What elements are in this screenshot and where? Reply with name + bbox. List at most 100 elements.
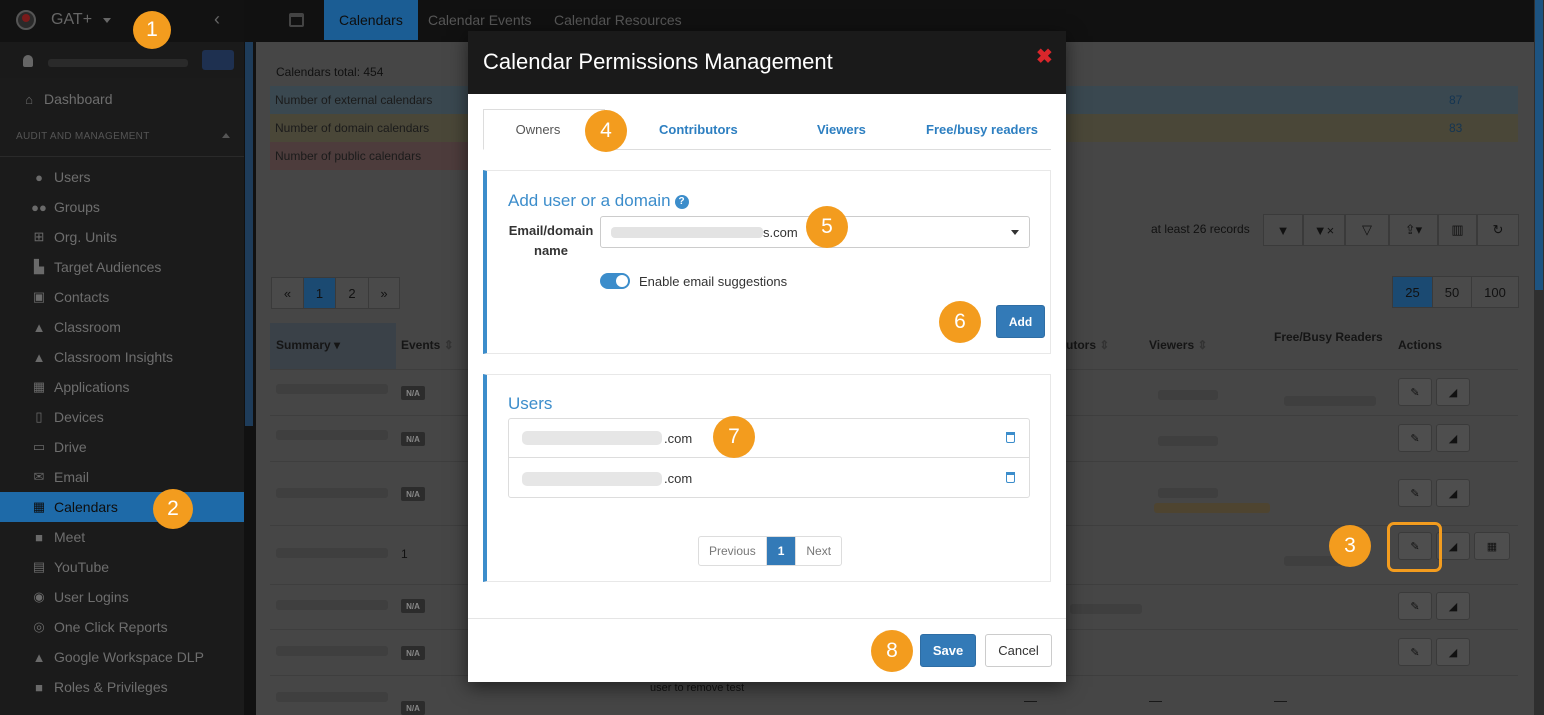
- clear-button[interactable]: ◢: [1436, 424, 1470, 452]
- pagination-previous[interactable]: Previous: [699, 537, 767, 565]
- sidebar-item-classroom[interactable]: ▲ Classroom: [0, 312, 244, 342]
- tab-freebusy-readers[interactable]: Free/busy readers: [926, 109, 1038, 150]
- pagination-page-1[interactable]: 1: [303, 277, 336, 309]
- export-button[interactable]: ⇪▾: [1389, 214, 1438, 246]
- pagination-next[interactable]: Next: [795, 537, 841, 565]
- tab-calendars[interactable]: Calendars: [324, 0, 418, 40]
- edit-permissions-button[interactable]: ✎: [1398, 479, 1432, 507]
- pagination-next[interactable]: »: [368, 277, 400, 309]
- pagination-prev[interactable]: «: [271, 277, 304, 309]
- column-header-actions: Actions: [1398, 338, 1443, 352]
- sidebar-item-applications[interactable]: ▦ Applications: [0, 372, 244, 402]
- edit-icon: ✎: [1410, 600, 1420, 613]
- sidebar-item-email[interactable]: ✉ Email: [0, 462, 244, 492]
- sidebar-item-roles-privileges[interactable]: ■ Roles & Privileges: [0, 672, 244, 702]
- sidebar-item-youtube[interactable]: ▤ YouTube: [0, 552, 244, 582]
- classroom-insights-icon: ▲: [32, 349, 46, 365]
- sidebar-item-devices[interactable]: ▯ Devices: [0, 402, 244, 432]
- calendar-events-button[interactable]: ▦: [1474, 532, 1510, 560]
- events-na-badge: N/A: [401, 487, 425, 501]
- sidebar-item-groups[interactable]: ●● Groups: [0, 192, 244, 222]
- table-row: [276, 488, 388, 498]
- save-button[interactable]: Save: [920, 634, 976, 667]
- table-row: [276, 548, 388, 558]
- edit-permissions-button[interactable]: ✎: [1398, 592, 1432, 620]
- modal-title: Calendar Permissions Management: [483, 49, 833, 74]
- sidebar-item-calendars[interactable]: ▦ Calendars: [0, 492, 244, 522]
- home-icon: ⌂: [25, 91, 33, 107]
- user-email-redacted: [522, 431, 662, 445]
- sidebar-item-drive[interactable]: ▭ Drive: [0, 432, 244, 462]
- sidebar-item-org-units[interactable]: ⊞ Org. Units: [0, 222, 244, 252]
- user-badge-redacted: [202, 50, 234, 70]
- target-icon: ▙: [34, 259, 44, 274]
- trash-icon[interactable]: [1006, 472, 1015, 483]
- sitemap-icon: ⊞: [33, 229, 45, 244]
- sidebar-item-classroom-insights[interactable]: ▲ Classroom Insights: [0, 342, 244, 372]
- column-header-summary[interactable]: Summary ▾: [276, 338, 340, 352]
- sidebar-item-user-logins[interactable]: ◉ User Logins: [0, 582, 244, 612]
- sidebar-item-label: Devices: [54, 409, 104, 425]
- pagination-page-2[interactable]: 2: [335, 277, 369, 309]
- brand-chevron-down-icon[interactable]: [103, 18, 111, 23]
- sidebar-item-meet[interactable]: ■ Meet: [0, 522, 244, 552]
- tab-contributors[interactable]: Contributors: [659, 109, 738, 150]
- edit-permissions-button[interactable]: ✎: [1398, 378, 1432, 406]
- edit-permissions-button[interactable]: ✎: [1398, 638, 1432, 666]
- sidebar-item-target-audiences[interactable]: ▙ Target Audiences: [0, 252, 244, 282]
- column-header-freebusy[interactable]: Free/Busy Readers: [1274, 330, 1383, 344]
- sidebar-item-dashboard[interactable]: ⌂ Dashboard: [0, 84, 244, 114]
- page-size-50[interactable]: 50: [1432, 276, 1472, 308]
- list-item: .com: [509, 459, 1029, 498]
- column-header-events[interactable]: Events ⇕: [401, 338, 454, 352]
- filter-button[interactable]: ▼: [1263, 214, 1303, 246]
- trash-icon[interactable]: [1006, 432, 1015, 443]
- sidebar-scrollbar-thumb[interactable]: [245, 42, 253, 426]
- sidebar-item-label: Roles & Privileges: [54, 679, 168, 695]
- modal-footer-divider: [468, 618, 1066, 619]
- graduation-cap-icon: ▲: [32, 319, 46, 335]
- events-na-badge: N/A: [401, 701, 425, 715]
- page-scrollbar-thumb[interactable]: [1535, 0, 1543, 290]
- columns-button[interactable]: ▥: [1438, 214, 1477, 246]
- email-suggestions-toggle[interactable]: [600, 273, 630, 289]
- sidebar-user[interactable]: [0, 42, 250, 78]
- column-header-contributors[interactable]: utors ⇕: [1066, 338, 1109, 352]
- column-header-viewers[interactable]: Viewers ⇕: [1149, 338, 1208, 352]
- clear-button[interactable]: ◢: [1436, 479, 1470, 507]
- columns-icon: ▥: [1451, 222, 1464, 237]
- tab-viewers[interactable]: Viewers: [817, 109, 866, 150]
- collapse-sidebar-icon[interactable]: ‹: [214, 9, 220, 30]
- clear-filter-button[interactable]: ▼×: [1303, 214, 1345, 246]
- saved-filter-icon: ▽: [1362, 222, 1372, 237]
- clear-button[interactable]: ◢: [1436, 638, 1470, 666]
- sidebar-item-one-click-reports[interactable]: ◎ One Click Reports: [0, 612, 244, 642]
- sidebar-item-contacts[interactable]: ▣ Contacts: [0, 282, 244, 312]
- sidebar-item-dlp[interactable]: ▲ Google Workspace DLP: [0, 642, 244, 672]
- page-size-25[interactable]: 25: [1392, 276, 1433, 308]
- sidebar-divider: [0, 156, 244, 157]
- saved-filter-button[interactable]: ▽: [1345, 214, 1389, 246]
- cancel-button[interactable]: Cancel: [985, 634, 1052, 667]
- brand-logo-cross-icon: [22, 14, 30, 22]
- add-button[interactable]: Add: [996, 305, 1045, 338]
- clear-button[interactable]: ◢: [1436, 378, 1470, 406]
- help-icon[interactable]: ?: [674, 195, 689, 209]
- eraser-icon: ◢: [1448, 646, 1458, 659]
- step-badge-7: 7: [713, 416, 755, 458]
- sidebar-item-label: YouTube: [54, 559, 110, 575]
- refresh-button[interactable]: ↻: [1477, 214, 1519, 246]
- pagination-page[interactable]: 1: [766, 537, 796, 565]
- close-icon[interactable]: ✖: [1036, 44, 1053, 69]
- header-label: utors: [1066, 338, 1096, 352]
- clear-button[interactable]: ◢: [1436, 592, 1470, 620]
- empty-dash: —: [1274, 693, 1287, 708]
- edit-permissions-button[interactable]: ✎: [1398, 424, 1432, 452]
- brand-name[interactable]: GAT+: [51, 11, 92, 29]
- section-collapse-icon[interactable]: [222, 133, 230, 138]
- edit-icon: ✎: [1410, 646, 1420, 659]
- sidebar-item-users[interactable]: ● Users: [0, 162, 244, 192]
- page-size-100[interactable]: 100: [1471, 276, 1519, 308]
- viewer-cell-highlight: [1154, 503, 1270, 513]
- eraser-icon: ◢: [1448, 600, 1458, 613]
